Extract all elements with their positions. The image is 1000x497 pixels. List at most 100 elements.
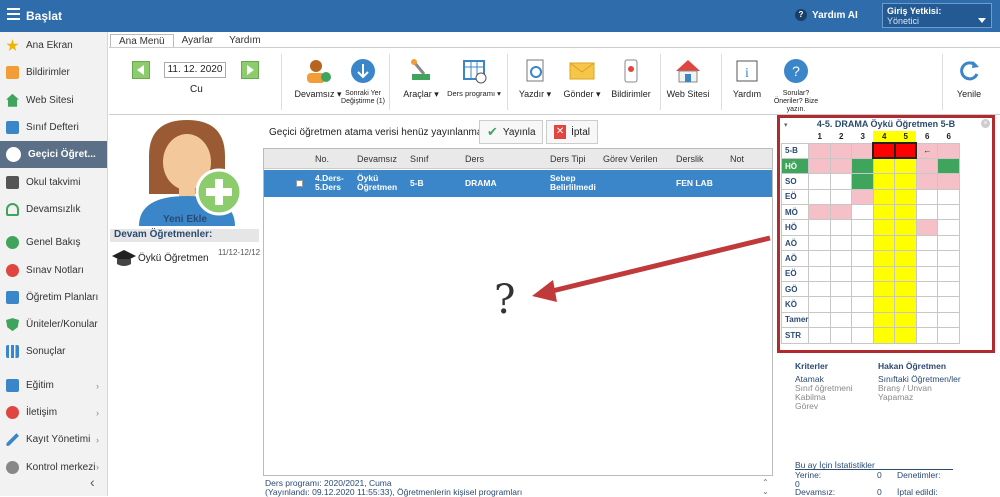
schedule-cell[interactable]: [829, 219, 853, 236]
schedule-cell[interactable]: [808, 327, 831, 344]
schedule-cell[interactable]: [808, 157, 831, 175]
schedule-cell[interactable]: [851, 311, 874, 329]
schedule-cell[interactable]: [851, 219, 874, 236]
araclar-button[interactable]: Araçlar ▾: [397, 58, 445, 100]
schedule-cell[interactable]: [872, 327, 896, 344]
schedule-cell[interactable]: [808, 142, 831, 159]
column-header[interactable]: Ders: [465, 154, 484, 164]
schedule-cell[interactable]: [872, 250, 896, 267]
previous-day-button[interactable]: [132, 61, 150, 79]
schedule-cell[interactable]: [893, 141, 918, 160]
schedule-cell[interactable]: [937, 142, 960, 159]
sidebar-item-web-sitesi[interactable]: Web Sitesi: [0, 87, 107, 114]
schedule-cell[interactable]: [894, 311, 917, 329]
schedule-cell[interactable]: [851, 173, 874, 190]
column-header[interactable]: Devamsız: [357, 154, 397, 164]
yardim-button[interactable]: i Yardım: [724, 58, 770, 99]
schedule-cell[interactable]: [937, 204, 960, 221]
schedule-cell[interactable]: [829, 327, 853, 344]
schedule-cell[interactable]: [937, 296, 960, 313]
schedule-cell[interactable]: [851, 250, 874, 267]
schedule-cell[interactable]: [829, 281, 853, 298]
schedule-cell[interactable]: [915, 204, 939, 221]
schedule-cell[interactable]: [829, 311, 853, 329]
schedule-cell[interactable]: [915, 296, 939, 313]
column-header[interactable]: Derslik: [676, 154, 704, 164]
schedule-cell[interactable]: [937, 250, 960, 267]
schedule-cell[interactable]: [915, 157, 939, 175]
schedule-cell[interactable]: [894, 173, 917, 190]
schedule-cell[interactable]: [915, 311, 939, 329]
schedule-cell[interactable]: [915, 265, 939, 283]
tab-ayarlar[interactable]: Ayarlar: [174, 34, 222, 48]
schedule-cell[interactable]: [937, 311, 960, 329]
gonder-button[interactable]: Gönder ▾: [557, 58, 607, 100]
teacher-list-item[interactable]: Öykü Öğretmen: [112, 248, 209, 268]
schedule-cell[interactable]: [851, 188, 874, 206]
schedule-cell[interactable]: [937, 281, 960, 298]
schedule-cell[interactable]: [915, 234, 939, 252]
schedule-cell[interactable]: [851, 327, 874, 344]
tab-ana-menu[interactable]: Ana Menü: [110, 34, 174, 48]
schedule-cell[interactable]: [894, 327, 917, 344]
sidebar-item-iletisim[interactable]: İletişim ›: [0, 399, 107, 426]
scroll-arrows[interactable]: ⌃ ⌄: [762, 478, 769, 496]
sidebar-item-sinav-notlari[interactable]: Sınav Notları: [0, 256, 107, 283]
sidebar-item-bildirimler[interactable]: Bildirimler: [0, 59, 107, 86]
schedule-cell[interactable]: [894, 157, 917, 175]
schedule-cell[interactable]: [915, 250, 939, 267]
schedule-cell[interactable]: [829, 204, 853, 221]
schedule-cell[interactable]: [894, 219, 917, 236]
schedule-cell[interactable]: [829, 173, 853, 190]
sidebar-item-ana-ekran[interactable]: Ana Ekran: [0, 32, 107, 59]
schedule-cell[interactable]: [894, 281, 917, 298]
sidebar-item-kayit-yonetimi[interactable]: Kayıt Yönetimi ›: [0, 426, 107, 453]
schedule-cell[interactable]: [872, 296, 896, 313]
sidebar-item-genel-bakis[interactable]: Genel Bakış: [0, 229, 107, 256]
schedule-cell[interactable]: [915, 281, 939, 298]
schedule-cell[interactable]: [872, 188, 896, 206]
schedule-cell[interactable]: [894, 204, 917, 221]
cancel-button[interactable]: ✕ İptal: [546, 120, 598, 144]
collapse-sidebar-icon[interactable]: ‹: [90, 474, 95, 490]
yazdir-button[interactable]: Yazdır ▾: [511, 58, 559, 100]
schedule-cell[interactable]: [937, 157, 960, 175]
schedule-cell[interactable]: [937, 219, 960, 236]
schedule-cell[interactable]: [937, 265, 960, 283]
column-header[interactable]: Görev Verilen: [603, 154, 658, 164]
schedule-cell[interactable]: [937, 327, 960, 344]
schedule-cell[interactable]: ←: [915, 142, 939, 159]
sonraki-button[interactable]: Sonraki Yer Değiştirme (1): [341, 58, 385, 106]
schedule-cell[interactable]: [915, 173, 939, 190]
help-button[interactable]: ? Yardım AI: [795, 9, 858, 21]
schedule-cell[interactable]: [808, 311, 831, 329]
table-row[interactable]: 4.Ders-5.Ders Öykü Öğretmen 5-B DRAMA Se…: [264, 170, 772, 197]
schedule-cell[interactable]: [808, 250, 831, 267]
schedule-cell[interactable]: [829, 234, 853, 252]
web-sitesi-button[interactable]: Web Sitesi: [662, 58, 714, 99]
schedule-cell[interactable]: [829, 142, 853, 159]
column-header[interactable]: Ders Tipi: [550, 154, 586, 164]
sidebar-item-devamsizlik[interactable]: Devamsızlık: [0, 196, 107, 223]
schedule-cell[interactable]: [872, 204, 896, 221]
schedule-cell[interactable]: [937, 173, 960, 190]
schedule-cell[interactable]: [872, 157, 896, 175]
schedule-cell[interactable]: [894, 234, 917, 252]
sidebar-item-okul-takvimi[interactable]: Okul takvimi: [0, 168, 107, 195]
column-header[interactable]: No.: [315, 154, 329, 164]
schedule-cell[interactable]: [808, 173, 831, 190]
schedule-cell[interactable]: [872, 219, 896, 236]
yenile-button[interactable]: Yenile: [949, 58, 989, 99]
sidebar-item-ogretim-planlari[interactable]: Öğretim Planları: [0, 284, 107, 311]
app-title[interactable]: Başlat: [26, 9, 62, 23]
role-dropdown[interactable]: Giriş Yetkisi: Yönetici: [882, 3, 992, 28]
schedule-cell[interactable]: [915, 327, 939, 344]
new-teacher-avatar[interactable]: [109, 116, 259, 228]
schedule-cell[interactable]: [894, 296, 917, 313]
schedule-cell[interactable]: [894, 188, 917, 206]
date-input[interactable]: 11. 12. 2020: [164, 62, 226, 78]
schedule-cell[interactable]: [829, 296, 853, 313]
sidebar-item-sonuclar[interactable]: Sonuçlar: [0, 338, 107, 365]
schedule-cell[interactable]: [851, 265, 874, 283]
ders-programi-button[interactable]: Ders programı ▾: [444, 58, 504, 98]
